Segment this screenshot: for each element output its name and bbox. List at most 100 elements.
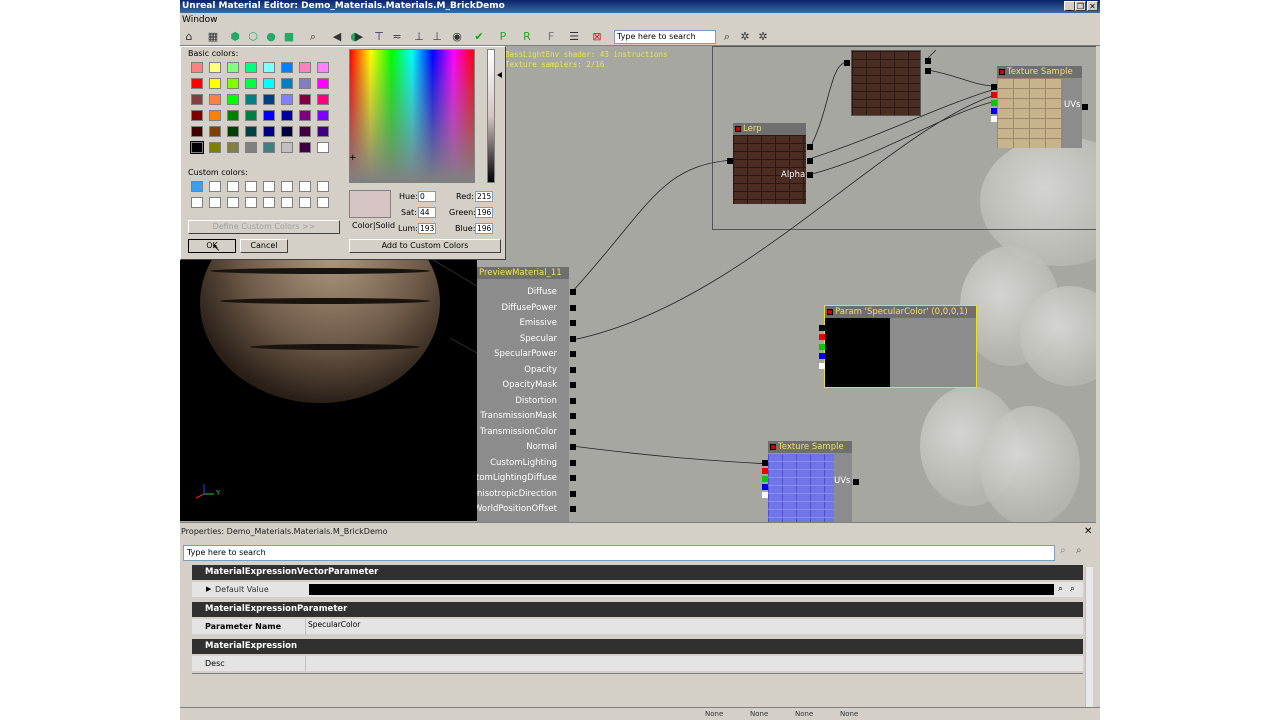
filter-icon[interactable]: ⌕ [1076, 545, 1082, 556]
custom-color-swatch[interactable] [317, 197, 329, 208]
plane-icon[interactable]: ■ [282, 30, 296, 44]
material-pin-worldpositionoffset[interactable] [570, 506, 576, 512]
rgb-pin[interactable] [819, 325, 825, 331]
rgb-pin[interactable] [991, 84, 997, 90]
g-pin[interactable] [991, 100, 997, 106]
material-pin-transmissionmask[interactable] [570, 413, 576, 419]
minimize-button[interactable]: _ [1064, 1, 1075, 11]
custom-color-swatch[interactable] [245, 181, 257, 192]
filter2-icon[interactable]: ✲ [756, 30, 770, 44]
hide-connectors-icon[interactable]: ≂ [390, 30, 404, 44]
basic-color-swatch[interactable] [317, 78, 329, 89]
blue-input[interactable]: 196 [475, 223, 493, 234]
lerp-node-title[interactable]: Lerp [733, 123, 806, 135]
material-pin-customlightingdiffuse[interactable] [570, 475, 576, 481]
node-pin[interactable] [925, 68, 931, 74]
material-pin-anisotropicdirection[interactable] [570, 491, 576, 497]
material-pin-specularpower[interactable] [570, 351, 576, 357]
eyedropper-icon[interactable]: ⌕ [1058, 582, 1063, 597]
sphere-icon[interactable]: ● [264, 30, 278, 44]
g-pin[interactable] [762, 476, 768, 482]
clear-search-icon[interactable]: ⌕ [1060, 545, 1066, 556]
basic-color-swatch[interactable] [191, 62, 203, 73]
r-pin[interactable] [762, 468, 768, 474]
uvs-pin[interactable] [853, 479, 859, 485]
basic-color-swatch[interactable] [299, 110, 311, 121]
basic-color-swatch[interactable] [245, 94, 257, 105]
sat-input[interactable]: 44 [418, 207, 436, 218]
basic-color-swatch[interactable] [227, 126, 239, 137]
uvs-pin[interactable] [1082, 104, 1088, 110]
r-pin[interactable] [819, 334, 825, 340]
param-specularcolor-title[interactable]: Param 'SpecularColor' (0,0,0,1) [825, 306, 976, 318]
property-row-default-value[interactable]: ▶ Default Value ⌕ ⌕ [192, 582, 1083, 597]
basic-color-swatch[interactable] [190, 141, 204, 154]
home-icon[interactable]: ⌂ [182, 30, 196, 44]
basic-color-swatch[interactable] [191, 110, 203, 121]
green-input[interactable]: 196 [475, 207, 493, 218]
connectors-icon[interactable]: ⊤ [372, 30, 386, 44]
material-pin-opacity[interactable] [570, 367, 576, 373]
custom-color-swatch[interactable] [245, 197, 257, 208]
f-icon[interactable]: F [544, 30, 558, 44]
basic-color-swatch[interactable] [209, 78, 221, 89]
unhook2-icon[interactable]: ⊥ [430, 30, 444, 44]
properties-close-icon[interactable]: ✕ [1084, 526, 1092, 537]
material-node-body[interactable]: Diffuse DiffusePower Emissive Specular S… [460, 279, 569, 522]
lerp-pin-b[interactable] [807, 158, 813, 164]
basic-color-swatch[interactable] [227, 94, 239, 105]
luminance-arrow-icon[interactable] [497, 72, 502, 78]
back-icon[interactable]: ◀ [330, 30, 344, 44]
r-pin[interactable] [991, 92, 997, 98]
cancel-button[interactable]: Cancel [240, 239, 288, 253]
expand-arrow-icon[interactable]: ▶ [206, 582, 211, 597]
custom-color-swatch[interactable] [281, 181, 293, 192]
b-pin[interactable] [991, 108, 997, 114]
apply-checkmark-icon[interactable]: ✔ [472, 30, 486, 44]
clear-search-icon[interactable]: ⌕ [720, 30, 734, 44]
close-button[interactable]: ✕ [1087, 1, 1098, 11]
basic-color-swatch[interactable] [227, 78, 239, 89]
basic-color-swatch[interactable] [281, 78, 293, 89]
b-pin[interactable] [762, 484, 768, 490]
texture-sample-bottom-title[interactable]: Texture Sample [768, 441, 852, 453]
basic-color-swatch[interactable] [191, 78, 203, 89]
custom-color-swatch[interactable] [209, 181, 221, 192]
basic-color-swatch[interactable] [209, 62, 221, 73]
basic-color-swatch[interactable] [263, 62, 275, 73]
material-pin-transmissioncolor[interactable] [570, 429, 576, 435]
material-node-title[interactable]: PreviewMaterial_11 [477, 267, 569, 279]
add-to-custom-colors-button[interactable]: Add to Custom Colors [349, 239, 501, 253]
basic-color-swatch[interactable] [209, 142, 221, 153]
luminance-slider[interactable] [487, 49, 495, 183]
basic-color-swatch[interactable] [263, 78, 275, 89]
b-pin[interactable] [819, 353, 825, 359]
basic-color-swatch[interactable] [191, 94, 203, 105]
properties-search-input[interactable]: Type here to search [183, 545, 1055, 561]
basic-color-swatch[interactable] [209, 110, 221, 121]
custom-color-swatch[interactable] [209, 197, 221, 208]
basic-color-swatch[interactable] [317, 142, 329, 153]
spectrum-crosshair-icon[interactable]: + [349, 153, 357, 163]
preview-viewport[interactable]: Y [180, 258, 477, 521]
default-value-color-bar[interactable] [309, 584, 1054, 595]
basic-color-swatch[interactable] [317, 94, 329, 105]
g-pin[interactable] [819, 344, 825, 350]
color-spectrum-picker[interactable] [349, 49, 475, 183]
basic-color-swatch[interactable] [227, 110, 239, 121]
grid-icon[interactable]: ▦ [206, 30, 220, 44]
basic-color-swatch[interactable] [299, 142, 311, 153]
material-pin-diffuse[interactable] [570, 289, 576, 295]
basic-color-swatch[interactable] [263, 126, 275, 137]
basic-color-swatch[interactable] [209, 94, 221, 105]
basic-color-swatch[interactable] [263, 94, 275, 105]
menu-window[interactable]: Window [182, 15, 218, 25]
lerp-pin-a[interactable] [807, 144, 813, 150]
material-pin-distortion[interactable] [570, 398, 576, 404]
desc-value[interactable] [305, 656, 308, 671]
material-pin-emissive[interactable] [570, 320, 576, 326]
material-pin-opacitymask[interactable] [570, 382, 576, 388]
custom-color-swatch[interactable] [317, 181, 329, 192]
material-pin-specular[interactable] [570, 336, 576, 342]
basic-color-swatch[interactable] [281, 62, 293, 73]
